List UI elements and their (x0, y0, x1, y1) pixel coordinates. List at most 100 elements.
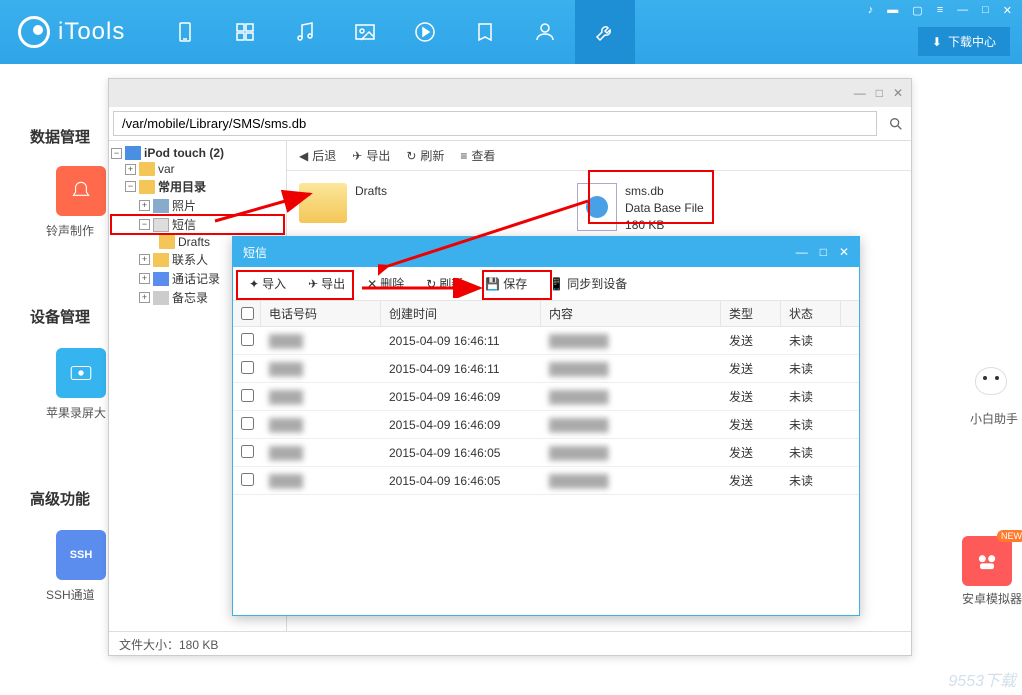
nav-apps-icon[interactable] (215, 0, 275, 64)
tree-var-label: var (158, 162, 175, 176)
tile-screen-record[interactable] (56, 348, 106, 398)
sms-titlebar: 短信 — □ ✕ (233, 237, 859, 267)
export-label: 导出 (366, 147, 390, 164)
download-center-button[interactable]: ⬇ 下载中心 (918, 27, 1010, 56)
tile-emulator[interactable] (962, 536, 1012, 586)
nav-device-icon[interactable] (155, 0, 215, 64)
logo-icon (18, 16, 50, 48)
sms-maximize-icon[interactable]: □ (820, 245, 827, 259)
tile-assistant[interactable] (966, 356, 1016, 406)
sms-table-header: 电话号码 创建时间 内容 类型 状态 (233, 301, 859, 327)
tree-calllog-label: 通话记录 (172, 270, 220, 287)
row-checkbox[interactable] (241, 473, 254, 486)
row-checkbox[interactable] (241, 333, 254, 346)
export-button[interactable]: ✈ 导出 (352, 147, 390, 164)
tree-photos[interactable]: +照片 (111, 196, 284, 215)
tree-sms-label: 短信 (172, 216, 196, 233)
tree-notes-label: 备忘录 (172, 289, 208, 306)
download-icon: ⬇ (932, 35, 942, 49)
section-advanced: 高级功能 (30, 488, 90, 509)
cell-status: 未读 (781, 416, 841, 433)
col-phone-header[interactable]: 电话号码 (261, 301, 381, 326)
cell-phone: ████ (269, 474, 303, 488)
col-time-header[interactable]: 创建时间 (381, 301, 541, 326)
cell-type: 发送 (721, 360, 781, 377)
table-row[interactable]: ████2015-04-09 16:46:11███████发送未读 (233, 327, 859, 355)
nav-photo-icon[interactable] (335, 0, 395, 64)
table-row[interactable]: ████2015-04-09 16:46:11███████发送未读 (233, 355, 859, 383)
sms-minimize-icon[interactable]: — (796, 245, 808, 259)
delete-button[interactable]: ✕ 删除 (359, 272, 412, 295)
maximize-icon[interactable]: □ (982, 4, 989, 17)
tile-assistant-label: 小白助手 (966, 410, 1022, 427)
refresh-label: 刷新 (420, 147, 444, 164)
folder-icon (299, 183, 347, 223)
nav-music-icon[interactable] (275, 0, 335, 64)
tile-ringtone[interactable] (56, 166, 106, 216)
import-button[interactable]: ✦ 导入 (241, 272, 294, 295)
sms-table-body: ████2015-04-09 16:46:11███████发送未读████20… (233, 327, 859, 495)
nav-video-icon[interactable] (395, 0, 455, 64)
row-checkbox[interactable] (241, 361, 254, 374)
address-input[interactable] (113, 111, 877, 136)
row-checkbox[interactable] (241, 389, 254, 402)
tile-emulator-label: 安卓模拟器 (962, 590, 1022, 607)
tree-common[interactable]: −常用目录 (111, 177, 284, 196)
file-drafts[interactable]: Drafts (299, 183, 387, 233)
cell-content: ███████ (549, 446, 609, 460)
fb-toolbar: ◀ 后退 ✈ 导出 ↻ 刷新 ≡ 查看 (287, 141, 911, 171)
cell-type: 发送 (721, 444, 781, 461)
tree-sms[interactable]: −短信 (111, 215, 284, 234)
fb-minimize-icon[interactable]: — (854, 86, 866, 100)
refresh-button[interactable]: ↻ 刷新 (406, 147, 444, 164)
tile-ssh-label: SSH通道 (46, 586, 95, 603)
tray-menu-icon[interactable]: ≡ (937, 4, 943, 17)
tile-ssh[interactable]: SSH (56, 530, 106, 580)
sms-refresh-button[interactable]: ↻ 刷新 (418, 272, 471, 295)
view-button[interactable]: ≡ 查看 (460, 147, 495, 164)
back-button[interactable]: ◀ 后退 (299, 147, 336, 164)
minimize-icon[interactable]: — (957, 4, 968, 17)
nav-user-icon[interactable] (515, 0, 575, 64)
fb-maximize-icon[interactable]: □ (876, 86, 883, 100)
tree-root[interactable]: −iPod touch (2) (111, 145, 284, 161)
cell-phone: ████ (269, 362, 303, 376)
fb-close-icon[interactable]: ✕ (893, 86, 903, 100)
sms-refresh-label: 刷新 (439, 275, 463, 292)
sms-title-label: 短信 (243, 244, 267, 261)
row-checkbox[interactable] (241, 417, 254, 430)
row-checkbox[interactable] (241, 445, 254, 458)
select-all-checkbox[interactable] (241, 307, 254, 320)
search-button[interactable] (881, 107, 911, 140)
cell-status: 未读 (781, 444, 841, 461)
table-row[interactable]: ████2015-04-09 16:46:05███████发送未读 (233, 467, 859, 495)
nav-book-icon[interactable] (455, 0, 515, 64)
sms-close-icon[interactable]: ✕ (839, 245, 849, 259)
table-row[interactable]: ████2015-04-09 16:46:09███████发送未读 (233, 411, 859, 439)
cell-time: 2015-04-09 16:46:09 (381, 390, 541, 404)
table-row[interactable]: ████2015-04-09 16:46:09███████发送未读 (233, 383, 859, 411)
nav-tools-icon[interactable] (575, 0, 635, 64)
tray-skin-icon[interactable]: ▢ (912, 4, 922, 17)
cell-phone: ████ (269, 418, 303, 432)
close-icon[interactable]: ✕ (1003, 4, 1012, 17)
save-button[interactable]: 💾 保存 (477, 272, 535, 295)
file-smsdb[interactable]: sms.db Data Base File 180 KB (577, 183, 704, 233)
tile-screen-label: 苹果录屏大 (46, 404, 106, 421)
file-smsdb-name: sms.db (625, 183, 704, 200)
sms-export-button[interactable]: ✈ 导出 (300, 272, 353, 295)
app-topbar: iTools ♪ ▬ ▢ ≡ — □ ✕ ⬇ 下载中心 (0, 0, 1022, 64)
tray-music-icon[interactable]: ♪ (868, 4, 874, 17)
sms-window: 短信 — □ ✕ ✦ 导入 ✈ 导出 ✕ 删除 ↻ 刷新 💾 保存 📱 同步到设… (232, 236, 860, 616)
col-status-header[interactable]: 状态 (781, 301, 841, 326)
col-type-header[interactable]: 类型 (721, 301, 781, 326)
tree-var[interactable]: +var (111, 161, 284, 177)
sync-button[interactable]: 📱 同步到设备 (541, 272, 635, 295)
back-label: 后退 (312, 147, 336, 164)
tray-chat-icon[interactable]: ▬ (887, 4, 898, 17)
cell-content: ███████ (549, 474, 609, 488)
file-smsdb-type: Data Base File (625, 200, 704, 217)
col-content-header[interactable]: 内容 (541, 301, 721, 326)
table-row[interactable]: ████2015-04-09 16:46:05███████发送未读 (233, 439, 859, 467)
cell-time: 2015-04-09 16:46:11 (381, 334, 541, 348)
